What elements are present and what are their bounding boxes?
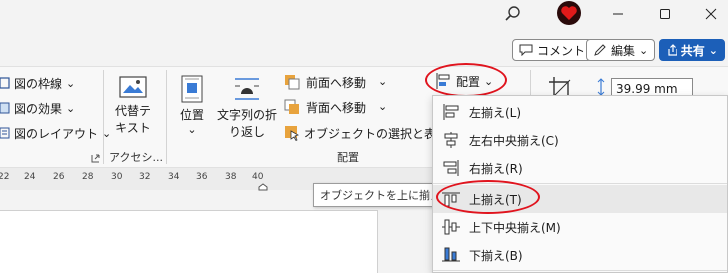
- ruler-tick: 30: [111, 172, 123, 182]
- avatar[interactable]: [556, 0, 582, 29]
- picture-layout-label: 図のレイアウト: [14, 126, 99, 141]
- arrange-group-label: 配置: [337, 151, 359, 164]
- share-label: 共有: [680, 43, 705, 58]
- ruler-tick: 26: [53, 172, 65, 182]
- menu-item-label: 右揃え(R): [469, 161, 523, 176]
- chevron-down-icon: ⌄: [187, 123, 197, 136]
- menu-item-align-right[interactable]: 右揃え(R): [433, 154, 727, 182]
- alt-text-button[interactable]: 代替テ キスト: [108, 74, 158, 136]
- comment-button[interactable]: コメント: [512, 39, 593, 61]
- align-middle-icon: [433, 219, 469, 235]
- maximize-icon[interactable]: [642, 0, 688, 28]
- position-button[interactable]: 位置 ⌄: [174, 74, 210, 136]
- menu-item-align-middle[interactable]: 上下中央揃え(M): [433, 213, 727, 241]
- ribbon-separator: [166, 70, 167, 164]
- ruler-tick: 24: [24, 172, 36, 182]
- selection-pane-button[interactable]: オブジェクトの選択と表示: [284, 124, 448, 142]
- ruler-tick: 38: [225, 172, 237, 182]
- ruler-tick: 32: [139, 172, 151, 182]
- ribbon-separator: [103, 70, 104, 164]
- chevron-down-icon: ⌄: [66, 101, 76, 115]
- wrap-text-label-2: り返し: [228, 125, 265, 139]
- alt-text-label-1: 代替テ: [114, 104, 151, 118]
- wrap-text-icon: [235, 78, 259, 100]
- menu-item-label: 左右中央揃え(C): [469, 133, 559, 148]
- picture-border-button[interactable]: 図の枠線 ⌄: [0, 74, 75, 92]
- minimize-icon[interactable]: [595, 0, 641, 28]
- ruler-tick: 28: [82, 172, 94, 182]
- document-page[interactable]: [0, 210, 378, 273]
- menu-item-label: 上下中央揃え(M): [469, 220, 561, 235]
- picture-effects-icon: [0, 102, 10, 114]
- menu-item-label: 下揃え(B): [469, 248, 523, 263]
- indent-marker-icon[interactable]: [258, 180, 268, 194]
- align-bottom-icon: [433, 247, 469, 263]
- send-backward-label: 背面へ移動: [306, 100, 367, 115]
- position-icon: [181, 75, 203, 103]
- title-bar: [0, 0, 728, 30]
- ruler-tick: 22: [0, 172, 10, 182]
- dialog-launcher-icon[interactable]: [91, 152, 100, 166]
- selection-pane-icon: [285, 126, 299, 141]
- height-value: 39.99 mm: [616, 82, 678, 96]
- picture-effects-label: 図の効果: [14, 101, 63, 116]
- picture-effects-button[interactable]: 図の効果 ⌄: [0, 99, 75, 117]
- highlight-ring: [425, 63, 507, 97]
- alt-text-label-2: キスト: [115, 121, 151, 135]
- position-label: 位置: [179, 108, 204, 122]
- picture-layout-icon: [0, 127, 10, 139]
- highlight-ring: [436, 180, 540, 214]
- ruler-tick: 36: [196, 172, 208, 182]
- menu-item-align-left[interactable]: 左揃え(L): [433, 98, 727, 126]
- picture-border-label: 図の枠線: [14, 76, 63, 91]
- chevron-down-icon: ⌄: [639, 43, 649, 57]
- close-icon[interactable]: [688, 0, 728, 28]
- accessibility-group-label: アクセシ...: [109, 151, 163, 164]
- selection-pane-label: オブジェクトの選択と表示: [304, 126, 449, 141]
- send-backward-icon: [284, 99, 299, 114]
- menu-item-label: 左揃え(L): [469, 105, 522, 120]
- bring-forward-icon: [285, 75, 300, 90]
- ruler-tick: 34: [168, 172, 180, 182]
- bring-forward-button[interactable]: 前面へ移動: [284, 73, 366, 91]
- alt-text-icon: [119, 76, 147, 98]
- chevron-down-icon[interactable]: ⌄: [378, 100, 387, 113]
- menu-item-align-bottom[interactable]: 下揃え(B): [433, 241, 727, 269]
- comment-icon: [519, 44, 533, 56]
- send-backward-button[interactable]: 背面へ移動: [284, 98, 366, 116]
- edit-button[interactable]: 編集 ⌄: [586, 39, 656, 61]
- share-icon: [668, 44, 677, 56]
- picture-border-icon: [0, 77, 10, 89]
- menu-item-align-center[interactable]: 左右中央揃え(C): [433, 126, 727, 154]
- align-left-icon: [433, 104, 469, 120]
- picture-layout-button[interactable]: 図のレイアウト ⌄: [0, 124, 111, 142]
- share-button[interactable]: 共有 ⌄: [659, 39, 725, 61]
- edit-label: 編集: [611, 43, 636, 58]
- align-right-icon: [433, 160, 469, 176]
- wrap-text-button[interactable]: 文字列の折 り返し: [216, 74, 278, 140]
- bring-forward-label: 前面へ移動: [306, 75, 367, 90]
- chevron-down-icon: ⌄: [708, 43, 718, 57]
- pencil-icon: [594, 44, 606, 56]
- comment-label: コメント: [537, 43, 586, 58]
- chevron-down-icon: ⌄: [66, 76, 76, 90]
- menu-divider: [433, 270, 727, 271]
- wrap-text-label-1: 文字列の折: [216, 108, 277, 122]
- search-icon[interactable]: [503, 4, 523, 27]
- chevron-down-icon[interactable]: ⌄: [378, 75, 387, 88]
- align-center-icon: [433, 132, 469, 148]
